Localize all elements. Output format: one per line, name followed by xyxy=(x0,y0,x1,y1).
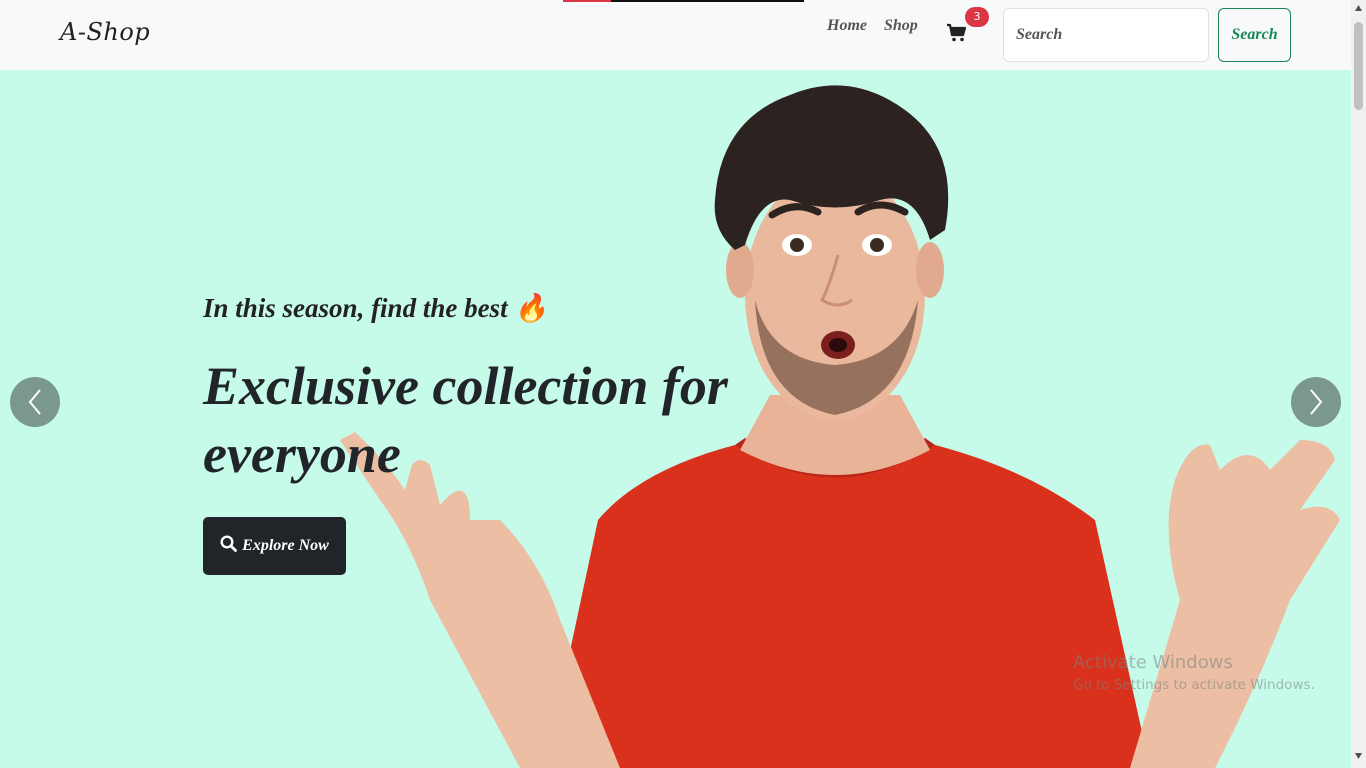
search-button[interactable]: Search xyxy=(1218,8,1291,62)
hero-subtitle: In this season, find the best 🔥 xyxy=(203,293,548,323)
chevron-left-icon xyxy=(28,389,41,415)
search-icon xyxy=(220,535,238,557)
loading-bar xyxy=(563,0,804,2)
watermark-line-2: Go to Settings to activate Windows. xyxy=(1073,677,1315,693)
windows-activation-watermark: Activate Windows Go to Settings to activ… xyxy=(1073,652,1315,693)
fire-icon: 🔥 xyxy=(514,293,548,323)
explore-now-label: Explore Now xyxy=(242,537,329,554)
scroll-up-arrow-icon[interactable] xyxy=(1354,4,1363,12)
scrollbar-thumb[interactable] xyxy=(1354,22,1363,110)
carousel-next-button[interactable] xyxy=(1291,377,1341,427)
chevron-right-icon xyxy=(1310,389,1323,415)
cart-icon[interactable] xyxy=(946,23,968,43)
watermark-line-1: Activate Windows xyxy=(1073,652,1233,673)
explore-now-button[interactable]: Explore Now xyxy=(203,517,346,575)
nav-link-shop[interactable]: Shop xyxy=(884,17,918,35)
carousel-prev-button[interactable] xyxy=(10,377,60,427)
cart-count-badge: 3 xyxy=(965,7,989,27)
brand-logo[interactable]: A-Shop xyxy=(60,18,150,46)
page-scrollbar[interactable] xyxy=(1351,0,1366,768)
navbar: A-Shop Home Shop 3 Search xyxy=(0,0,1351,70)
scroll-down-arrow-icon[interactable] xyxy=(1354,752,1363,760)
nav-link-home[interactable]: Home xyxy=(827,17,867,35)
hero-title: Exclusive collection for everyone xyxy=(203,356,728,484)
search-input[interactable] xyxy=(1003,8,1209,62)
